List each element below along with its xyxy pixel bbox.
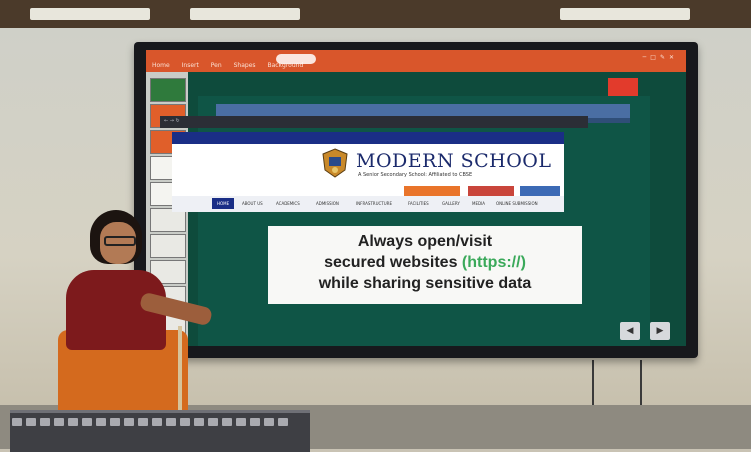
menu-pen[interactable]: Pen [211, 62, 222, 69]
nav-online-submission[interactable]: ONLINE SUBMISSION [496, 201, 538, 206]
nav-icons: ← → ↻ [164, 118, 180, 124]
menu-insert[interactable]: Insert [182, 62, 199, 69]
message-line-3: while sharing sensitive data [318, 275, 532, 292]
nav-media[interactable]: MEDIA [472, 201, 485, 206]
nav-facilities[interactable]: FACILITIES [408, 201, 429, 206]
arrow-right-icon[interactable]: ▶ [650, 322, 670, 340]
keyboard-desk [10, 410, 310, 452]
ceiling-light [30, 8, 150, 20]
site-button[interactable] [520, 186, 560, 196]
display-screen: Home Insert Pen Shapes Background ─□✎✕ ←… [146, 50, 686, 346]
site-button[interactable] [468, 186, 514, 196]
site-announcement-bar [172, 132, 564, 144]
message-line-1: Always open/visit [357, 233, 493, 250]
thumbnail[interactable] [150, 78, 186, 102]
edit-icon[interactable]: ✎ [660, 54, 669, 61]
window-controls: ─□✎✕ [643, 54, 678, 61]
school-name: MODERN SCHOOL [356, 150, 552, 172]
nav-academics[interactable]: ACADEMICS [276, 201, 300, 206]
pointer-stick [178, 326, 182, 410]
cable [640, 360, 642, 410]
school-website-header: MODERN SCHOOL A Senior Secondary School:… [172, 144, 564, 196]
menu-home[interactable]: Home [152, 62, 170, 69]
glasses-icon [104, 236, 136, 246]
site-button[interactable] [404, 186, 460, 196]
school-subtitle: A Senior Secondary School: Affiliated to… [358, 172, 473, 178]
slide-app-toolbar: Home Insert Pen Shapes Background ─□✎✕ [146, 50, 686, 72]
message-line-2: secured websites (https://) [268, 252, 582, 273]
nav-admission[interactable]: ADMISSION [316, 201, 339, 206]
record-button[interactable] [608, 78, 638, 96]
browser-url-bar[interactable]: ← → ↻ [160, 116, 588, 128]
nav-infrastructure[interactable]: INFRASTRUCTURE [356, 201, 392, 206]
arrow-left-icon[interactable]: ◀ [620, 322, 640, 340]
cable [592, 360, 594, 410]
ceiling-light [560, 8, 690, 20]
https-highlight: (https://) [461, 254, 526, 271]
slide-message-box: Always open/visit secured websites (http… [268, 226, 582, 304]
thumbnail[interactable] [150, 234, 186, 258]
ceiling-light [190, 8, 300, 20]
school-crest-icon [322, 148, 348, 178]
nav-gallery[interactable]: GALLERY [442, 201, 460, 206]
site-navigation: HOME ABOUT US ACADEMICS ADMISSION INFRAS… [172, 196, 564, 212]
close-icon[interactable]: ✕ [669, 54, 678, 61]
restore-icon[interactable]: □ [650, 54, 660, 61]
nav-about[interactable]: ABOUT US [242, 201, 263, 206]
message-line-2-text: secured websites [324, 254, 462, 271]
menu-shapes[interactable]: Shapes [234, 62, 256, 69]
glare [276, 54, 316, 64]
nav-home[interactable]: HOME [212, 198, 235, 209]
